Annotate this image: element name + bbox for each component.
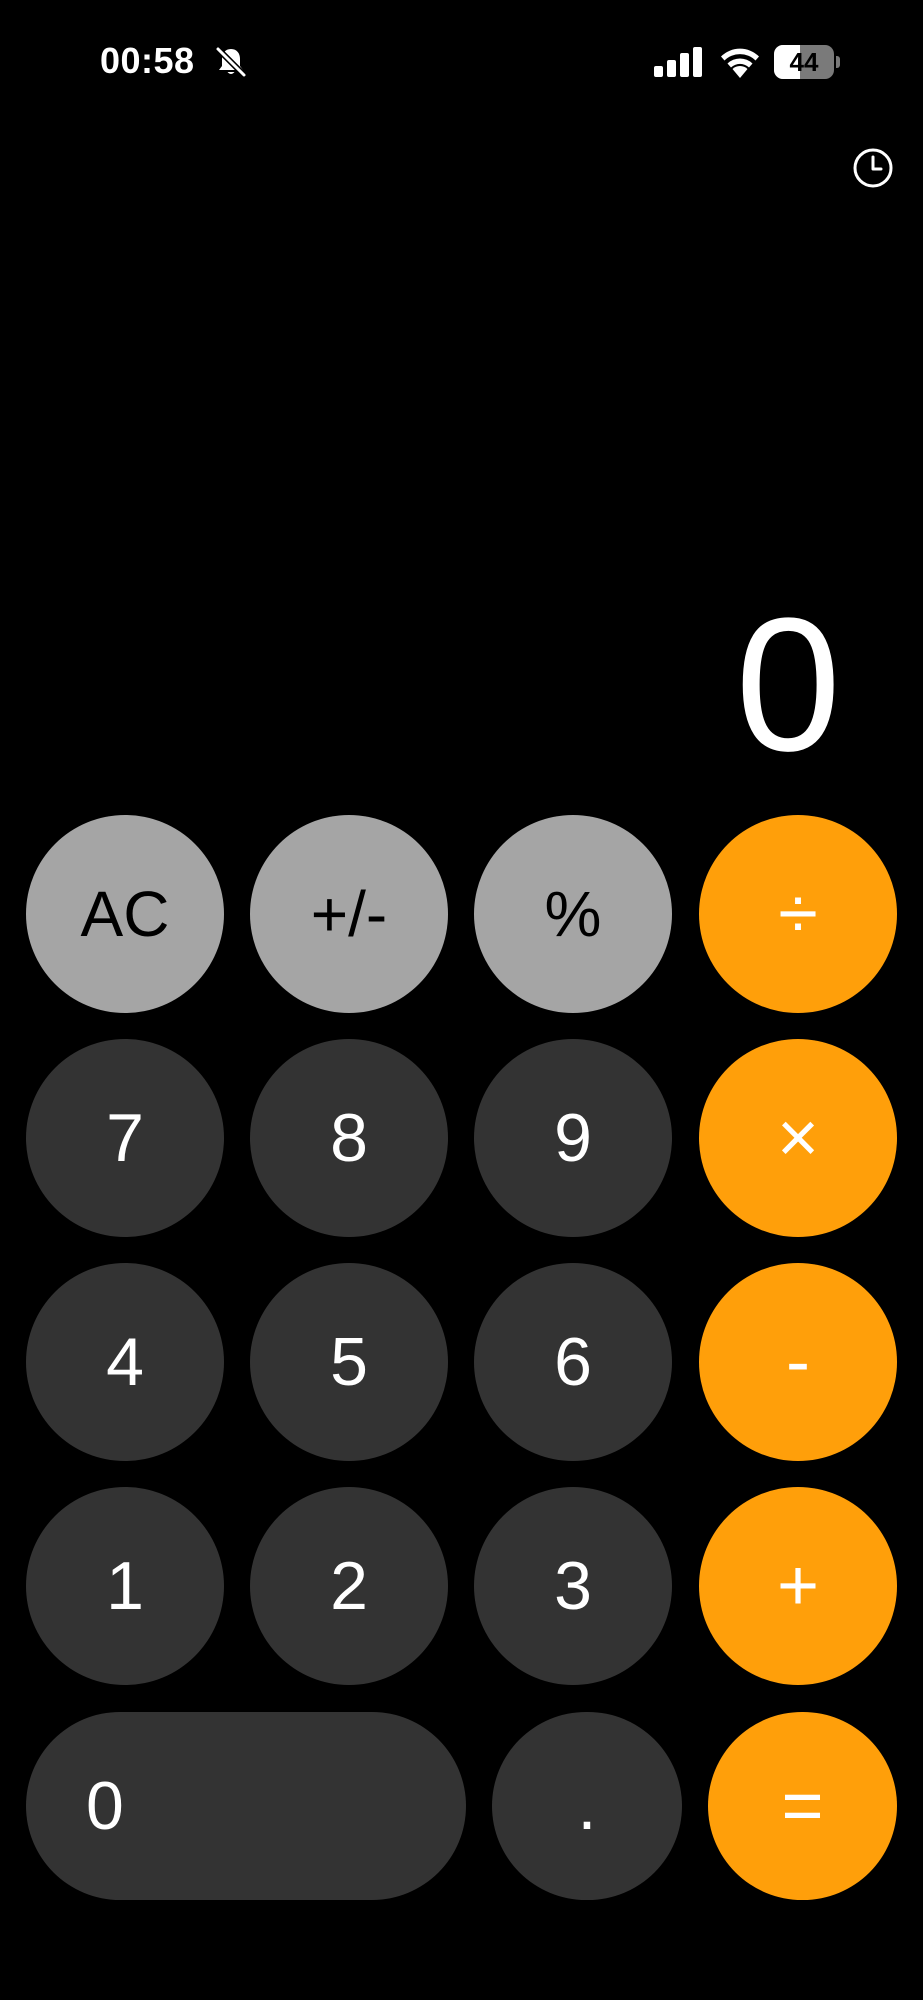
digit-1-button[interactable]: 1 <box>26 1487 224 1685</box>
digit-6-button[interactable]: 6 <box>474 1263 672 1461</box>
all-clear-label: AC <box>80 878 170 950</box>
digit-2-label: 2 <box>330 1548 368 1624</box>
digit-4-button[interactable]: 4 <box>26 1263 224 1461</box>
digit-1-label: 1 <box>106 1548 144 1624</box>
battery-body: 44 <box>774 45 834 79</box>
bell-slash-icon <box>215 46 247 78</box>
multiply-button[interactable]: × <box>699 1039 897 1237</box>
divide-label: ÷ <box>778 874 818 954</box>
digit-2-button[interactable]: 2 <box>250 1487 448 1685</box>
plus-button[interactable]: + <box>699 1487 897 1685</box>
multiply-label: × <box>776 1098 820 1178</box>
digit-7-label: 7 <box>106 1100 144 1176</box>
battery-icon: 44 <box>774 45 840 79</box>
digit-5-button[interactable]: 5 <box>250 1263 448 1461</box>
battery-cap <box>836 56 840 68</box>
digit-4-label: 4 <box>106 1324 144 1400</box>
all-clear-button[interactable]: AC <box>26 815 224 1013</box>
digit-8-label: 8 <box>330 1100 368 1176</box>
status-time: 00:58 <box>100 40 195 81</box>
result-display: 0 <box>735 579 841 791</box>
digit-9-button[interactable]: 9 <box>474 1039 672 1237</box>
digit-0-button[interactable]: 0 <box>26 1712 466 1900</box>
decimal-label: . <box>577 1768 597 1844</box>
wifi-icon <box>721 48 759 78</box>
percent-label: % <box>544 878 602 950</box>
digit-6-label: 6 <box>554 1324 592 1400</box>
digit-3-button[interactable]: 3 <box>474 1487 672 1685</box>
cellular-signal-icon <box>654 47 702 77</box>
clock-icon[interactable] <box>852 147 894 189</box>
equals-button[interactable]: = <box>708 1712 897 1900</box>
digit-8-button[interactable]: 8 <box>250 1039 448 1237</box>
minus-label: - <box>786 1322 810 1402</box>
decimal-button[interactable]: . <box>492 1712 682 1900</box>
status-bar: 00:58 44 <box>0 0 923 124</box>
minus-button[interactable]: - <box>699 1263 897 1461</box>
digit-0-label: 0 <box>86 1768 124 1844</box>
plus-label: + <box>776 1546 820 1626</box>
digit-9-label: 9 <box>554 1100 592 1176</box>
digit-5-label: 5 <box>330 1324 368 1400</box>
digit-3-label: 3 <box>554 1548 592 1624</box>
plus-minus-label: +/- <box>310 878 388 950</box>
battery-level: 44 <box>789 47 819 77</box>
percent-button[interactable]: % <box>474 815 672 1013</box>
divide-button[interactable]: ÷ <box>699 815 897 1013</box>
plus-minus-button[interactable]: +/- <box>250 815 448 1013</box>
digit-7-button[interactable]: 7 <box>26 1039 224 1237</box>
equals-label: = <box>781 1766 824 1846</box>
